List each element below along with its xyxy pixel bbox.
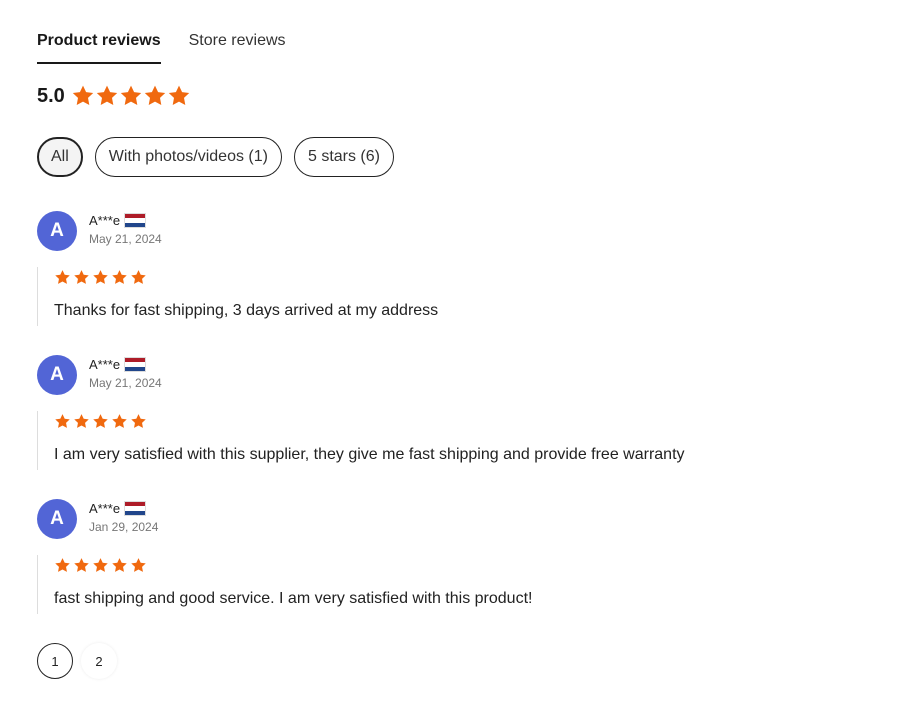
review-stars xyxy=(54,269,857,286)
review-stars xyxy=(54,413,857,430)
review-tabs: Product reviews Store reviews xyxy=(37,30,286,64)
star-icon xyxy=(144,85,166,105)
star-icon xyxy=(96,85,118,105)
star-icon xyxy=(120,85,142,105)
star-icon xyxy=(112,558,127,572)
overall-rating: 5.0 xyxy=(37,84,191,108)
star-icon xyxy=(74,558,89,572)
avatar: A xyxy=(37,355,77,395)
star-icon xyxy=(168,85,190,105)
avatar: A xyxy=(37,499,77,539)
tab-store-reviews[interactable]: Store reviews xyxy=(189,30,286,64)
star-icon xyxy=(55,270,70,284)
reviewer-name-row: A***e xyxy=(89,357,162,372)
review-item: A A***e May 21, 2024 Thanks for fast shi… xyxy=(37,211,857,326)
review-text: Thanks for fast shipping, 3 days arrived… xyxy=(54,302,439,319)
star-icon xyxy=(93,414,108,428)
filter-photos-videos-chip[interactable]: With photos/videos (1) xyxy=(94,137,282,177)
review-body: Thanks for fast shipping, 3 days arrived… xyxy=(37,267,857,326)
review-header: A A***e May 21, 2024 xyxy=(37,211,857,251)
review-date: May 21, 2024 xyxy=(89,232,162,246)
star-icon xyxy=(112,270,127,284)
netherlands-flag-icon xyxy=(124,213,147,228)
review-body: I am very satisfied with this supplier, … xyxy=(37,411,857,470)
star-icon xyxy=(93,270,108,284)
review-header: A A***e Jan 29, 2024 xyxy=(37,499,857,539)
netherlands-flag-icon xyxy=(124,501,147,516)
reviews-panel: Product reviews Store reviews 5.0 All Wi… xyxy=(0,0,903,710)
reviewer-meta: A***e Jan 29, 2024 xyxy=(89,501,158,534)
star-icon xyxy=(131,414,146,428)
star-icon xyxy=(74,414,89,428)
filter-all-chip[interactable]: All xyxy=(37,137,83,177)
review-text: I am very satisfied with this supplier, … xyxy=(54,446,685,463)
star-icon xyxy=(72,85,94,105)
avatar: A xyxy=(37,211,77,251)
review-date: May 21, 2024 xyxy=(89,376,162,390)
star-icon xyxy=(74,270,89,284)
pagination: 1 2 xyxy=(37,643,125,679)
tab-product-reviews[interactable]: Product reviews xyxy=(37,30,161,64)
reviewer-name-row: A***e xyxy=(89,501,158,516)
reviewer-name: A***e xyxy=(89,213,121,228)
star-icon xyxy=(93,558,108,572)
review-text: fast shipping and good service. I am ver… xyxy=(54,590,533,607)
review-item: A A***e Jan 29, 2024 fast shipping and g… xyxy=(37,499,857,614)
star-icon xyxy=(131,270,146,284)
reviewer-name: A***e xyxy=(89,357,121,372)
reviewer-name-row: A***e xyxy=(89,213,162,228)
review-body: fast shipping and good service. I am ver… xyxy=(37,555,857,614)
reviewer-meta: A***e May 21, 2024 xyxy=(89,357,162,390)
review-header: A A***e May 21, 2024 xyxy=(37,355,857,395)
star-icon xyxy=(55,558,70,572)
star-icon xyxy=(55,414,70,428)
netherlands-flag-icon xyxy=(124,357,147,372)
page-button-1[interactable]: 1 xyxy=(37,643,73,679)
star-icon xyxy=(131,558,146,572)
reviewer-name: A***e xyxy=(89,501,121,516)
review-stars xyxy=(54,557,857,574)
page-button-2[interactable]: 2 xyxy=(81,643,117,679)
filter-chips: All With photos/videos (1) 5 stars (6) xyxy=(37,137,406,177)
reviewer-meta: A***e May 21, 2024 xyxy=(89,213,162,246)
overall-score: 5.0 xyxy=(37,84,65,107)
review-date: Jan 29, 2024 xyxy=(89,520,159,534)
filter-5-stars-chip[interactable]: 5 stars (6) xyxy=(293,137,394,177)
review-item: A A***e May 21, 2024 I am very satisfied… xyxy=(37,355,857,470)
overall-stars xyxy=(71,84,191,108)
star-icon xyxy=(112,414,127,428)
